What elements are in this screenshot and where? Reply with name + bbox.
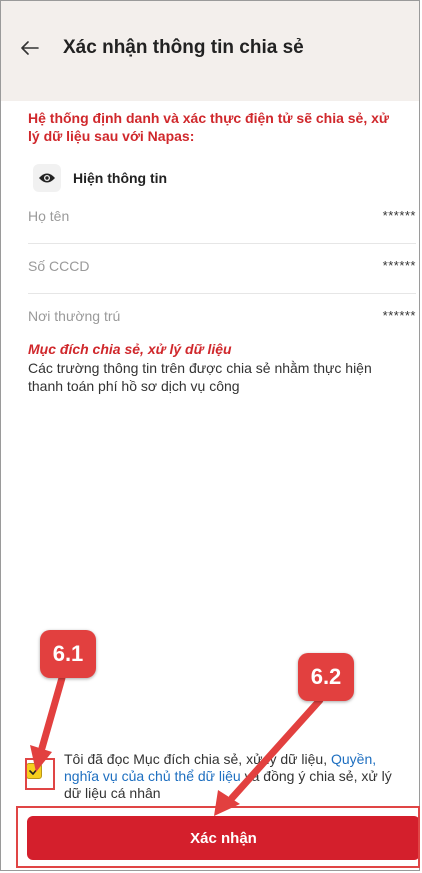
field-label: Nơi thường trú <box>28 308 121 324</box>
eye-icon <box>39 173 55 183</box>
show-info-label: Hiện thông tin <box>73 170 168 186</box>
page-title: Xác nhận thông tin chia sẻ <box>63 37 304 58</box>
step-badge-6-1: 6.1 <box>40 630 96 678</box>
agreement-text: Tôi đã đọc Mục đích chia sẻ, xử lý dữ li… <box>64 751 404 802</box>
intro-text: Hệ thống định danh và xác thực điện tử s… <box>28 110 390 144</box>
checkbox-highlight-box <box>25 758 55 790</box>
purpose-text: Các trường thông tin trên được chia sẻ n… <box>28 360 372 394</box>
top-bar: Xác nhận thông tin chia sẻ <box>1 1 419 101</box>
app-screen: Xác nhận thông tin chia sẻ Hệ thống định… <box>0 0 420 871</box>
show-info-toggle[interactable]: Hiện thông tin <box>33 164 167 192</box>
field-value: ****** <box>382 258 416 273</box>
field-row-id: Số CCCD ****** <box>28 244 416 294</box>
button-highlight-box <box>16 806 420 868</box>
purpose-title: Mục đích chia sẻ, xử lý dữ liệu <box>28 341 232 357</box>
agreement-text-before: Tôi đã đọc Mục đích chia sẻ, xử lý dữ li… <box>64 751 331 767</box>
back-button[interactable] <box>19 37 41 59</box>
field-row-address: Nơi thường trú ****** <box>28 294 416 344</box>
arrow-left-icon <box>21 41 39 55</box>
field-row-name: Họ tên ****** <box>28 194 416 244</box>
field-label: Số CCCD <box>28 258 90 274</box>
eye-button[interactable] <box>33 164 61 192</box>
field-value: ****** <box>382 208 416 223</box>
field-value: ****** <box>382 308 416 323</box>
field-label: Họ tên <box>28 208 70 224</box>
step-badge-6-2: 6.2 <box>298 653 354 701</box>
